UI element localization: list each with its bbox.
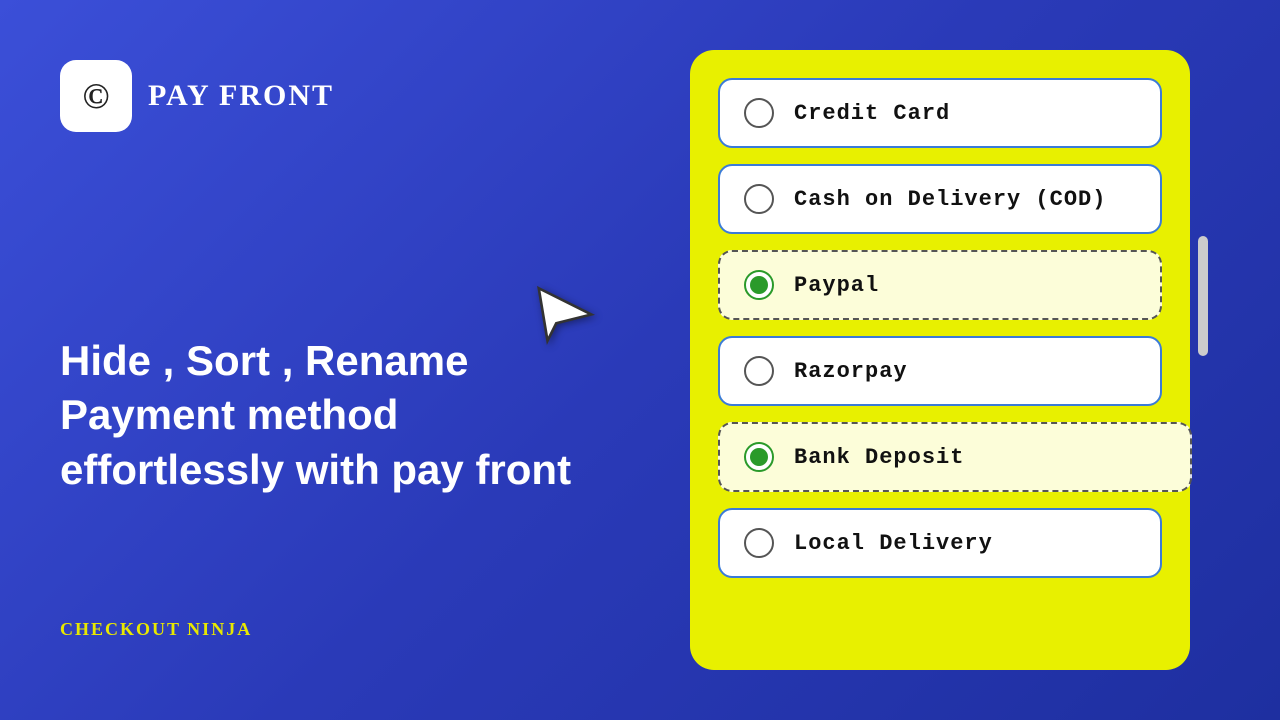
checkout-ninja-label: CHECKOUT NINJA [60, 619, 590, 660]
payment-label-bank-deposit: Bank Deposit [794, 445, 964, 470]
radio-inner-paypal [750, 276, 768, 294]
payment-label-razorpay: Razorpay [794, 359, 908, 384]
scrollbar[interactable] [1198, 236, 1208, 356]
payment-label-cod: Cash on Delivery (COD) [794, 187, 1106, 212]
logo-name: PAY FRONT [148, 79, 334, 113]
cursor-arrow [530, 279, 600, 354]
radio-bank-deposit[interactable] [744, 442, 774, 472]
radio-razorpay[interactable] [744, 356, 774, 386]
payment-label-paypal: Paypal [794, 273, 879, 298]
payment-option-credit-card[interactable]: Credit Card [718, 78, 1162, 148]
radio-cod[interactable] [744, 184, 774, 214]
main-tagline: Hide , Sort , Rename Payment method effo… [60, 334, 580, 498]
left-section: © PAY FRONT Hide , Sort , Rename Payment… [0, 0, 650, 720]
radio-local-delivery[interactable] [744, 528, 774, 558]
radio-credit-card[interactable] [744, 98, 774, 128]
radio-paypal[interactable] [744, 270, 774, 300]
radio-inner-bank-deposit [750, 448, 768, 466]
payment-option-paypal[interactable]: Paypal [718, 250, 1162, 320]
payment-methods-panel: Credit Card Cash on Delivery (COD) Paypa… [690, 50, 1190, 670]
payment-option-cod[interactable]: Cash on Delivery (COD) [718, 164, 1162, 234]
payment-option-bank-deposit[interactable]: Bank Deposit [718, 422, 1192, 492]
right-section: Credit Card Cash on Delivery (COD) Paypa… [600, 0, 1280, 720]
payment-label-local-delivery: Local Delivery [794, 531, 993, 556]
payment-option-razorpay[interactable]: Razorpay [718, 336, 1162, 406]
logo-area: © PAY FRONT [60, 60, 590, 132]
payment-label-credit-card: Credit Card [794, 101, 950, 126]
payment-option-local-delivery[interactable]: Local Delivery [718, 508, 1162, 578]
logo-icon: © [60, 60, 132, 132]
